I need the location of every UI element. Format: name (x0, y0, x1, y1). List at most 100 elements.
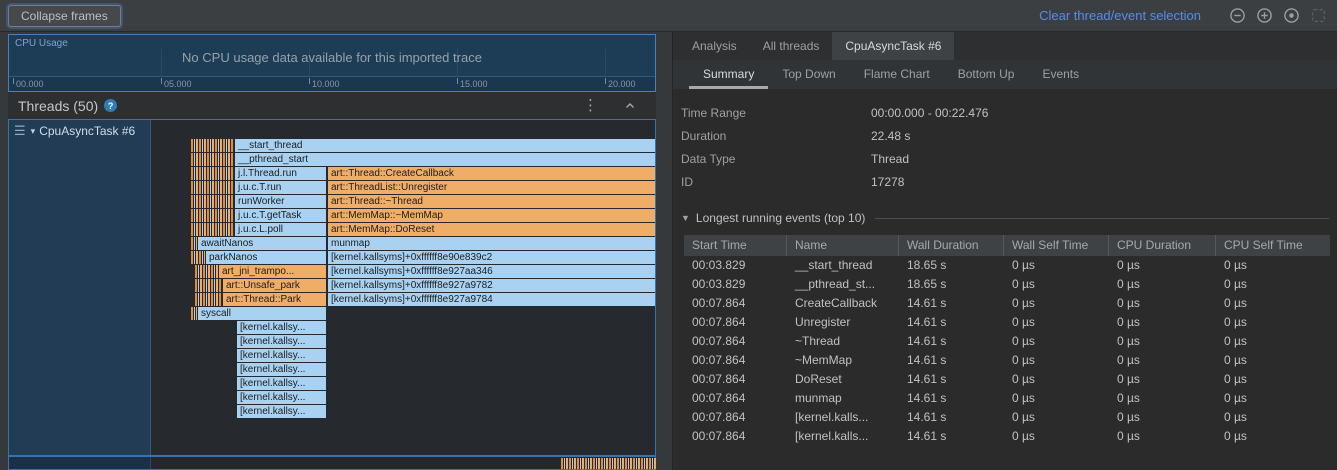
flame-bar[interactable]: art::MemMap::DoReset (328, 223, 655, 236)
flame-bar[interactable]: __start_thread (235, 139, 655, 152)
cpu-usage-label: CPU Usage (15, 38, 68, 49)
flame-bar[interactable]: syscall (198, 307, 326, 320)
table-cell: 00:07.864 (684, 370, 787, 389)
summary-label: Time Range (681, 106, 871, 120)
flame-bar[interactable]: [kernel.kallsy... (237, 349, 326, 362)
analysis-panel: AnalysisAll threadsCpuAsyncTask #6 Summa… (672, 32, 1337, 470)
threads-title: Threads (50) (18, 98, 98, 114)
flame-bar[interactable]: [kernel.kallsyms]+0xffffff8e90e839c2 (328, 251, 655, 264)
subtab-summary[interactable]: Summary (689, 60, 768, 89)
flame-bar[interactable]: j.u.c.T.getTask (235, 209, 326, 222)
table-row[interactable]: 00:07.864[kernel.kalls...14.61 s0 µs0 µs… (684, 427, 1330, 446)
reset-zoom-icon[interactable] (1282, 7, 1300, 25)
subtab-flame-chart[interactable]: Flame Chart (850, 60, 944, 89)
flame-bar[interactable]: awaitNanos (198, 237, 326, 250)
profiler-toolbar: Collapse frames Clear thread/event selec… (0, 0, 1337, 32)
flame-bar[interactable]: __pthread_start (235, 153, 655, 166)
table-cell: 0 µs (1216, 332, 1331, 351)
flame-bar[interactable]: art::Thread::CreateCallback (328, 167, 655, 180)
flame-minor-events (191, 195, 234, 208)
summary-label: Data Type (681, 152, 871, 166)
chevron-down-icon[interactable]: ▼ (681, 213, 690, 223)
flame-bar[interactable]: [kernel.kallsy... (237, 405, 326, 418)
flame-bar[interactable]: [kernel.kallsyms]+0xffffff8e927a9782 (328, 279, 655, 292)
flame-bar[interactable]: parkNanos (206, 251, 326, 264)
zoom-in-icon[interactable] (1255, 7, 1273, 25)
table-row[interactable]: 00:07.864~Thread14.61 s0 µs0 µs0 µs (684, 332, 1330, 351)
subtab-events[interactable]: Events (1028, 60, 1093, 89)
table-row[interactable]: 00:07.864[kernel.kalls...14.61 s0 µs0 µs… (684, 408, 1330, 427)
thread-row[interactable]: ☰ ▾ CpuAsyncTask #6 (14, 123, 145, 139)
tab-all-threads[interactable]: All threads (750, 32, 833, 60)
table-row[interactable]: 00:07.864Unregister14.61 s0 µs0 µs0 µs (684, 313, 1330, 332)
flame-bar[interactable]: art::MemMap::~MemMap (328, 209, 655, 222)
table-row[interactable]: 00:03.829__start_thread18.65 s0 µs0 µs0 … (684, 256, 1330, 275)
column-header[interactable]: CPU Duration (1109, 235, 1216, 256)
collapse-section-icon[interactable] (624, 100, 636, 112)
cpu-usage-track[interactable]: CPU Usage No CPU usage data available fo… (8, 34, 656, 92)
table-cell: 0 µs (1109, 408, 1216, 427)
flame-bar[interactable]: [kernel.kallsy... (237, 391, 326, 404)
table-row[interactable]: 00:07.864DoReset14.61 s0 µs0 µs0 µs (684, 370, 1330, 389)
flame-bar[interactable]: j.l.Thread.run (235, 167, 326, 180)
table-cell: 0 µs (1109, 256, 1216, 275)
table-cell: 0 µs (1216, 313, 1331, 332)
table-cell: 0 µs (1004, 256, 1109, 275)
flame-bar[interactable]: art::ThreadList::Unregister (328, 181, 655, 194)
drag-handle-icon[interactable]: ☰ (14, 123, 26, 139)
flame-minor-events (191, 307, 197, 320)
tab-cpuasynctask-6[interactable]: CpuAsyncTask #6 (832, 32, 954, 60)
events-section-header: ▼ Longest running events (top 10) (681, 209, 1329, 227)
flame-bar[interactable]: [kernel.kallsyms]+0xffffff8e927aa346 (328, 265, 655, 278)
axis-gridline (605, 49, 606, 76)
chevron-down-icon[interactable]: ▾ (31, 126, 36, 137)
flame-bar[interactable]: art::Unsafe_park (223, 279, 326, 292)
column-header[interactable]: Start Time (684, 235, 787, 256)
flame-bar[interactable]: [kernel.kallsy... (237, 363, 326, 376)
column-header[interactable]: Name (787, 235, 899, 256)
flame-bar[interactable]: [kernel.kallsy... (237, 335, 326, 348)
table-cell: 0 µs (1216, 389, 1331, 408)
next-thread-sidebar[interactable] (9, 457, 151, 469)
tab-analysis[interactable]: Analysis (679, 32, 750, 60)
flame-bar[interactable]: [kernel.kallsy... (237, 377, 326, 390)
column-header[interactable]: Wall Duration (899, 235, 1004, 256)
flame-bar[interactable]: runWorker (235, 195, 326, 208)
table-cell: 0 µs (1004, 275, 1109, 294)
flame-minor-events (191, 167, 234, 180)
table-cell: 00:03.829 (684, 275, 787, 294)
next-thread-track[interactable] (9, 455, 655, 469)
table-row[interactable]: 00:07.864munmap14.61 s0 µs0 µs0 µs (684, 389, 1330, 408)
flame-bar[interactable]: munmap (328, 237, 655, 250)
zoom-to-selection-icon[interactable] (1309, 7, 1327, 25)
flame-minor-events (191, 251, 205, 264)
flame-bar[interactable]: j.u.c.T.run (235, 181, 326, 194)
summary-value: 22.48 s (871, 129, 910, 143)
table-cell: Unregister (787, 313, 899, 332)
summary-value: Thread (871, 152, 909, 166)
table-cell: 0 µs (1109, 351, 1216, 370)
table-row[interactable]: 00:07.864~MemMap14.61 s0 µs0 µs0 µs (684, 351, 1330, 370)
table-row[interactable]: 00:03.829__pthread_st...18.65 s0 µs0 µs0… (684, 275, 1330, 294)
zoom-out-icon[interactable] (1228, 7, 1246, 25)
subtab-bottom-up[interactable]: Bottom Up (944, 60, 1029, 89)
flame-bar[interactable]: [kernel.kallsyms]+0xffffff8e927a9784 (328, 293, 655, 306)
flame-bar[interactable]: art_jni_trampo... (219, 265, 326, 278)
events-section-title: Longest running events (top 10) (696, 211, 865, 225)
column-header[interactable]: CPU Self Time (1216, 235, 1331, 256)
clear-selection-link[interactable]: Clear thread/event selection (1039, 8, 1201, 23)
collapse-frames-button[interactable]: Collapse frames (8, 5, 121, 27)
flame-bar[interactable]: art::Thread::~Thread (328, 195, 655, 208)
flame-bar[interactable]: art::Thread::Park (223, 293, 326, 306)
column-header[interactable]: Wall Self Time (1004, 235, 1109, 256)
subtab-top-down[interactable]: Top Down (768, 60, 849, 89)
axis-gridline (309, 49, 310, 76)
help-icon[interactable]: ? (104, 99, 117, 112)
table-row[interactable]: 00:07.864CreateCallback14.61 s0 µs0 µs0 … (684, 294, 1330, 313)
thread-sidebar[interactable]: ☰ ▾ CpuAsyncTask #6 (9, 120, 151, 455)
flame-minor-events (191, 181, 234, 194)
flame-bar[interactable]: j.u.c.L.poll (235, 223, 326, 236)
table-cell: 0 µs (1004, 408, 1109, 427)
kebab-menu-icon[interactable]: ⋮ (583, 98, 598, 113)
flame-bar[interactable]: [kernel.kallsy... (237, 321, 326, 334)
